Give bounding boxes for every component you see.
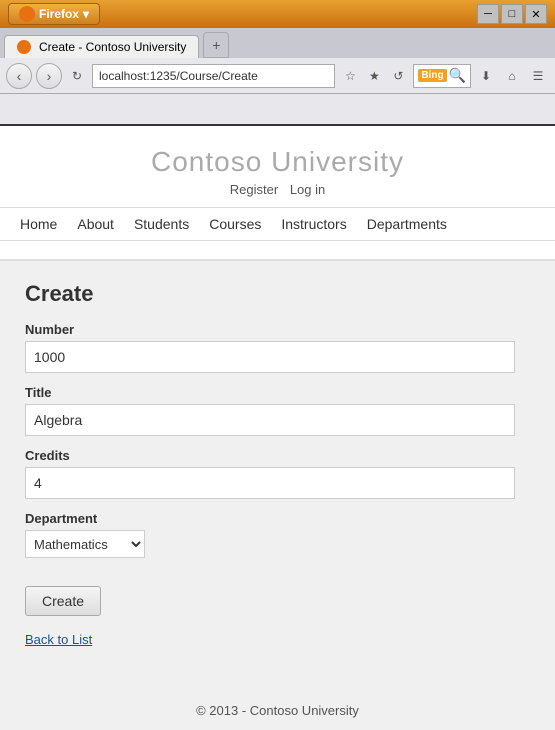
- department-select[interactable]: Mathematics English Economics Engineerin…: [25, 530, 145, 558]
- window-controls: ─ □ ✕: [477, 4, 547, 24]
- bing-badge: Bing: [418, 69, 446, 82]
- form-area: Create Number Title Credits Department M…: [0, 261, 555, 667]
- active-tab[interactable]: Create - Contoso University: [4, 35, 199, 58]
- minimize-button[interactable]: ─: [477, 4, 499, 24]
- title-input[interactable]: [25, 404, 515, 436]
- university-header: Contoso University Register Log in: [0, 126, 555, 207]
- university-title: Contoso University: [0, 146, 555, 178]
- credits-group: Credits: [25, 448, 530, 499]
- maximize-button[interactable]: □: [501, 4, 523, 24]
- header-links: Register Log in: [0, 182, 555, 197]
- firefox-menu-button[interactable]: Firefox ▾: [8, 3, 100, 25]
- form-title: Create: [25, 281, 530, 307]
- register-link[interactable]: Register: [230, 182, 278, 197]
- nav-students[interactable]: Students: [134, 216, 189, 232]
- address-icons: ☆ ★ ↺: [339, 65, 409, 87]
- tab-title: Create - Contoso University: [39, 40, 186, 54]
- firefox-titlebar: Firefox ▾ ─ □ ✕: [0, 0, 555, 28]
- department-group: Department Mathematics English Economics…: [25, 511, 530, 558]
- toolbar: [0, 94, 555, 126]
- credits-input[interactable]: [25, 467, 515, 499]
- home-icon[interactable]: ⌂: [501, 65, 523, 87]
- tab-bar: Create - Contoso University +: [0, 28, 555, 58]
- close-button[interactable]: ✕: [525, 4, 547, 24]
- star-icon[interactable]: ☆: [339, 65, 361, 87]
- department-label: Department: [25, 511, 530, 526]
- create-button[interactable]: Create: [25, 586, 101, 616]
- firefox-icon: [19, 6, 35, 22]
- login-link[interactable]: Log in: [290, 182, 325, 197]
- firefox-label: Firefox: [39, 7, 79, 21]
- new-tab-button[interactable]: +: [203, 32, 229, 58]
- nav-bar: Home About Students Courses Instructors …: [0, 207, 555, 241]
- address-text: localhost:1235/Course/Create: [99, 69, 258, 83]
- menu-icon[interactable]: ☰: [527, 65, 549, 87]
- nav-about[interactable]: About: [77, 216, 114, 232]
- address-input[interactable]: localhost:1235/Course/Create: [92, 64, 335, 88]
- nav-courses[interactable]: Courses: [209, 216, 261, 232]
- refresh-button[interactable]: ↻: [66, 65, 88, 87]
- search-icon: 🔍: [449, 67, 466, 84]
- title-group: Title: [25, 385, 530, 436]
- refresh-icon[interactable]: ↺: [387, 65, 409, 87]
- page-content: Contoso University Register Log in Home …: [0, 126, 555, 702]
- page-footer: © 2013 - Contoso University: [0, 691, 555, 730]
- address-bar: ‹ › ↻ localhost:1235/Course/Create ☆ ★ ↺…: [0, 58, 555, 94]
- nav-departments[interactable]: Departments: [367, 216, 447, 232]
- footer-text: © 2013 - Contoso University: [196, 703, 359, 718]
- search-bar[interactable]: Bing 🔍: [413, 64, 471, 88]
- back-button[interactable]: ‹: [6, 63, 32, 89]
- forward-button[interactable]: ›: [36, 63, 62, 89]
- tab-favicon: [17, 40, 31, 54]
- title-label: Title: [25, 385, 530, 400]
- bookmark-icon[interactable]: ★: [363, 65, 385, 87]
- number-label: Number: [25, 322, 530, 337]
- number-group: Number: [25, 322, 530, 373]
- nav-home[interactable]: Home: [20, 216, 57, 232]
- back-to-list-link[interactable]: Back to List: [25, 632, 530, 647]
- download-icon[interactable]: ⬇: [475, 65, 497, 87]
- nav-instructors[interactable]: Instructors: [281, 216, 346, 232]
- firefox-dropdown-icon: ▾: [83, 7, 89, 21]
- number-input[interactable]: [25, 341, 515, 373]
- header-divider: [0, 241, 555, 261]
- credits-label: Credits: [25, 448, 530, 463]
